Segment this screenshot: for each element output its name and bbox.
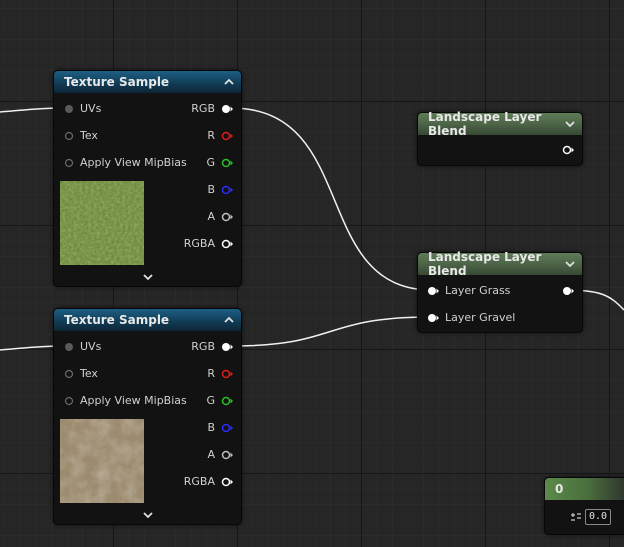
expand-chevron-icon[interactable] (564, 118, 576, 130)
tex-input-label: Tex (80, 129, 98, 142)
mipbias-input-label: Apply View MipBias (80, 156, 187, 169)
node-title: Landscape Layer Blend (428, 250, 542, 278)
rgb-output-pin[interactable] (221, 342, 233, 352)
rgb-output-label: RGB (191, 340, 215, 353)
b-output-label: B (207, 183, 215, 196)
uvs-input-pin[interactable] (64, 104, 74, 114)
tex-input-pin[interactable] (64, 369, 74, 379)
layer-grass-input-pin[interactable] (427, 286, 439, 296)
constant-node[interactable]: 0 0.0 (544, 477, 624, 535)
mipbias-input-label: Apply View MipBias (80, 394, 187, 407)
r-output-pin[interactable] (221, 131, 233, 141)
mipbias-input-pin[interactable] (64, 396, 74, 406)
rgba-output-label: RGBA (183, 475, 215, 488)
b-output-pin[interactable] (221, 423, 233, 433)
collapse-chevron-icon[interactable] (223, 76, 235, 88)
g-output-label: G (206, 156, 215, 169)
g-output-pin[interactable] (221, 158, 233, 168)
grass-texture-preview (60, 181, 144, 265)
gravel-texture-preview (60, 419, 144, 503)
layer-gravel-input-label: Layer Gravel (445, 311, 516, 324)
constant-value-field[interactable]: 0.0 (585, 509, 611, 525)
node-title: 0 (555, 482, 564, 496)
a-output-pin[interactable] (221, 450, 233, 460)
g-output-pin[interactable] (221, 396, 233, 406)
node-title: Texture Sample (64, 75, 170, 89)
uvs-input-label: UVs (80, 102, 102, 115)
rgba-output-pin[interactable] (221, 477, 233, 487)
wire-rgb-to-gravel (230, 316, 433, 347)
node-header[interactable]: 0 (545, 478, 624, 500)
tex-input-label: Tex (80, 367, 98, 380)
blend-output-pin[interactable] (562, 145, 574, 155)
layer-grass-input-label: Layer Grass (445, 284, 511, 297)
node-title: Landscape Layer Blend (428, 110, 542, 138)
expand-chevron-icon[interactable] (564, 258, 576, 270)
collapse-chevron-icon[interactable] (223, 314, 235, 326)
expand-chevron-icon[interactable] (142, 273, 154, 281)
expand-chevron-icon[interactable] (142, 511, 154, 519)
drag-value-icon[interactable] (570, 511, 582, 523)
texture-sample-node-1[interactable]: Texture Sample UVs Tex Apply View MipBia… (53, 70, 242, 287)
layer-gravel-input-pin[interactable] (427, 313, 439, 323)
mipbias-input-pin[interactable] (64, 158, 74, 168)
a-output-label: A (207, 210, 215, 223)
r-output-label: R (207, 129, 215, 142)
node-header[interactable]: Texture Sample (54, 71, 241, 93)
r-output-label: R (207, 367, 215, 380)
tex-input-pin[interactable] (64, 131, 74, 141)
uvs-input-pin[interactable] (64, 342, 74, 352)
a-output-label: A (207, 448, 215, 461)
node-header[interactable]: Landscape Layer Blend (418, 110, 582, 138)
landscape-layer-blend-node-2[interactable]: Landscape Layer Blend Layer Grass Layer … (417, 250, 583, 333)
r-output-pin[interactable] (221, 369, 233, 379)
rgba-output-label: RGBA (183, 237, 215, 250)
texture-sample-node-2[interactable]: Texture Sample UVs Tex Apply View MipBia… (53, 308, 242, 525)
node-header[interactable]: Landscape Layer Blend (418, 250, 582, 278)
uvs-input-label: UVs (80, 340, 102, 353)
node-header[interactable]: Texture Sample (54, 309, 241, 331)
b-output-label: B (207, 421, 215, 434)
a-output-pin[interactable] (221, 212, 233, 222)
node-title: Texture Sample (64, 313, 170, 327)
landscape-layer-blend-node-1[interactable]: Landscape Layer Blend (417, 110, 583, 166)
rgba-output-pin[interactable] (221, 239, 233, 249)
rgb-output-pin[interactable] (221, 104, 233, 114)
wire-rgb-to-grass (230, 107, 433, 291)
rgb-output-label: RGB (191, 102, 215, 115)
g-output-label: G (206, 394, 215, 407)
b-output-pin[interactable] (221, 185, 233, 195)
blend-output-pin[interactable] (562, 286, 574, 296)
